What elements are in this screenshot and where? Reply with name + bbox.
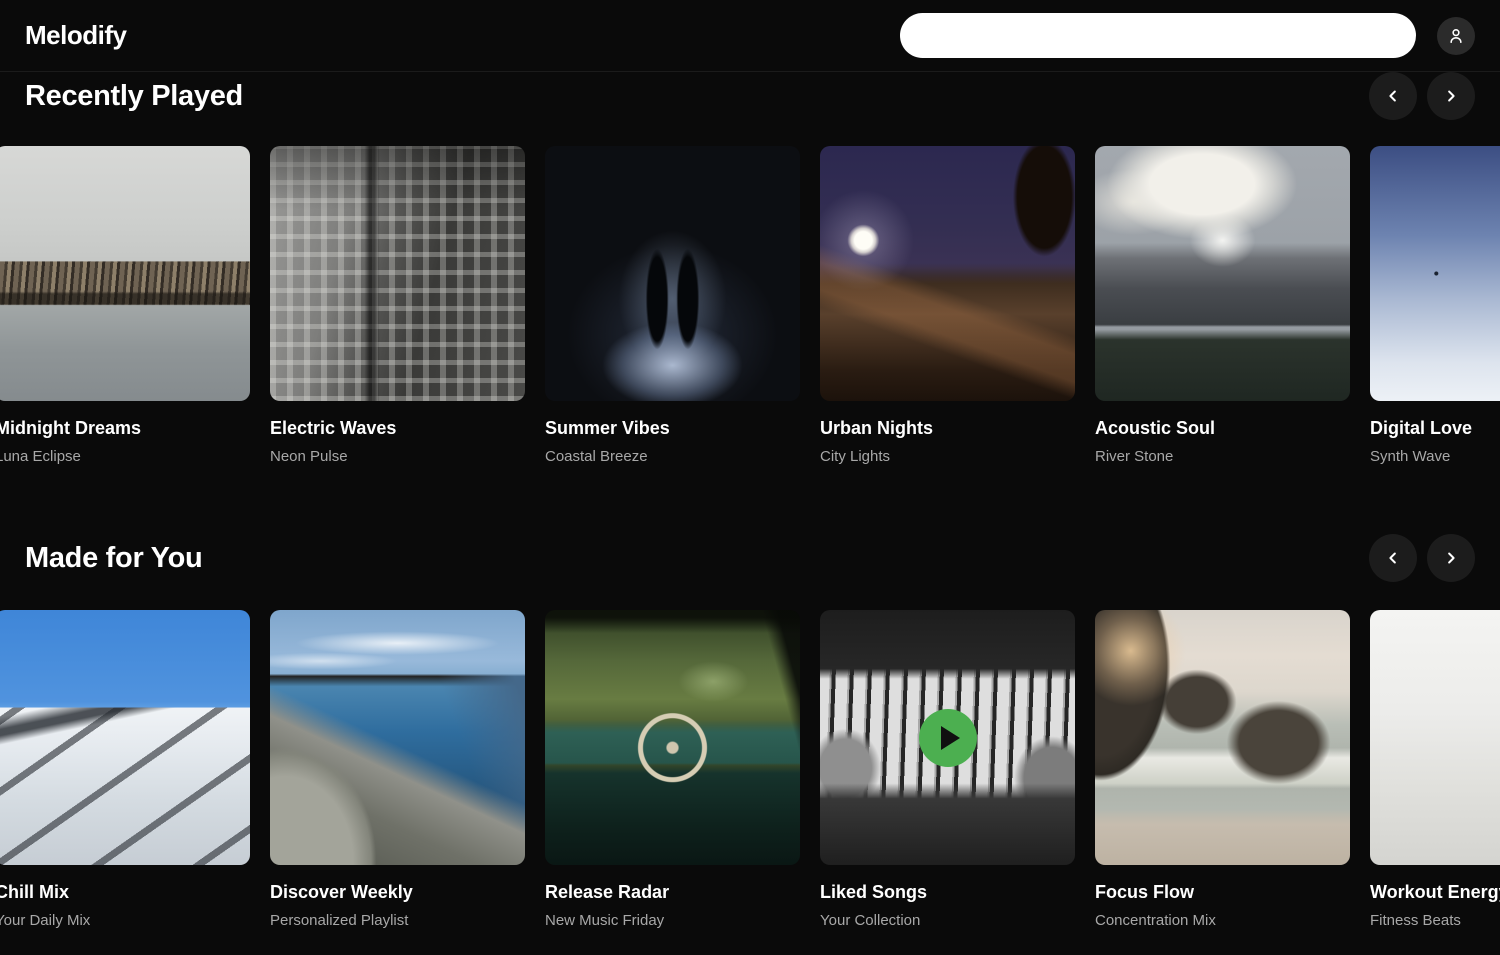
album-art [1370, 610, 1500, 865]
card-subtitle: Synth Wave [1370, 447, 1500, 466]
header-actions [900, 13, 1475, 58]
card-row: Midnight Dreams Luna Eclipse Electric Wa… [0, 146, 1500, 466]
album-art [1370, 146, 1500, 401]
playlist-card-electric-waves[interactable]: Electric Waves Neon Pulse [270, 146, 525, 466]
playlist-card-summer-vibes[interactable]: Summer Vibes Coastal Breeze [545, 146, 800, 466]
album-art [820, 146, 1075, 401]
card-title: Electric Waves [270, 417, 525, 439]
chevron-right-icon [1442, 87, 1460, 105]
scroll-left-button[interactable] [1369, 72, 1417, 120]
card-subtitle: Concentration Mix [1095, 911, 1350, 930]
section-header: Made for You [0, 534, 1500, 582]
card-title: Release Radar [545, 881, 800, 903]
card-subtitle: Luna Eclipse [0, 447, 250, 466]
card-subtitle: Neon Pulse [270, 447, 525, 466]
playlist-card-focus-flow[interactable]: Focus Flow Concentration Mix [1095, 610, 1350, 930]
scroll-left-button[interactable] [1369, 534, 1417, 582]
album-art [1095, 146, 1350, 401]
card-subtitle: River Stone [1095, 447, 1350, 466]
card-subtitle: Coastal Breeze [545, 447, 800, 466]
album-art [270, 610, 525, 865]
card-title: Urban Nights [820, 417, 1075, 439]
playlist-card-digital-love[interactable]: Digital Love Synth Wave [1370, 146, 1500, 466]
album-art [820, 610, 1075, 865]
carousel-nav [1369, 534, 1475, 582]
profile-button[interactable] [1437, 17, 1475, 55]
main-content: Recently Played Midnight Dreams Luna E [0, 72, 1500, 930]
card-title: Acoustic Soul [1095, 417, 1350, 439]
app-header: Melodify [0, 0, 1500, 72]
chevron-left-icon [1384, 549, 1402, 567]
section-header: Recently Played [0, 72, 1500, 120]
section-title: Recently Played [25, 80, 243, 113]
card-subtitle: Fitness Beats [1370, 911, 1500, 930]
play-icon [941, 726, 960, 750]
playlist-card-urban-nights[interactable]: Urban Nights City Lights [820, 146, 1075, 466]
search-input[interactable] [900, 13, 1416, 58]
card-title: Focus Flow [1095, 881, 1350, 903]
card-subtitle: Your Daily Mix [0, 911, 250, 930]
chevron-right-icon [1442, 549, 1460, 567]
app-logo: Melodify [25, 20, 126, 51]
playlist-card-midnight-dreams[interactable]: Midnight Dreams Luna Eclipse [0, 146, 250, 466]
play-button[interactable] [919, 709, 977, 767]
card-title: Liked Songs [820, 881, 1075, 903]
album-art [270, 146, 525, 401]
card-title: Chill Mix [0, 881, 250, 903]
playlist-card-chill-mix[interactable]: Chill Mix Your Daily Mix [0, 610, 250, 930]
user-icon [1446, 26, 1466, 46]
card-title: Midnight Dreams [0, 417, 250, 439]
playlist-card-workout-energy[interactable]: Workout Energy Fitness Beats [1370, 610, 1500, 930]
card-title: Discover Weekly [270, 881, 525, 903]
scroll-right-button[interactable] [1427, 534, 1475, 582]
album-art [1095, 610, 1350, 865]
playlist-card-release-radar[interactable]: Release Radar New Music Friday [545, 610, 800, 930]
card-subtitle: Personalized Playlist [270, 911, 525, 930]
card-subtitle: City Lights [820, 447, 1075, 466]
album-art [0, 146, 250, 401]
playlist-card-discover-weekly[interactable]: Discover Weekly Personalized Playlist [270, 610, 525, 930]
section-made-for-you: Made for You Chill Mix Your Daily Mix [0, 534, 1500, 930]
card-title: Workout Energy [1370, 881, 1500, 903]
album-art [545, 610, 800, 865]
scroll-right-button[interactable] [1427, 72, 1475, 120]
card-subtitle: Your Collection [820, 911, 1075, 930]
card-subtitle: New Music Friday [545, 911, 800, 930]
card-title: Summer Vibes [545, 417, 800, 439]
section-recently-played: Recently Played Midnight Dreams Luna E [0, 72, 1500, 466]
playlist-card-liked-songs[interactable]: Liked Songs Your Collection [820, 610, 1075, 930]
chevron-left-icon [1384, 87, 1402, 105]
carousel-nav [1369, 72, 1475, 120]
playlist-card-acoustic-soul[interactable]: Acoustic Soul River Stone [1095, 146, 1350, 466]
album-art [0, 610, 250, 865]
card-title: Digital Love [1370, 417, 1500, 439]
section-title: Made for You [25, 542, 202, 575]
card-row: Chill Mix Your Daily Mix Discover Weekly… [0, 610, 1500, 930]
album-art [545, 146, 800, 401]
